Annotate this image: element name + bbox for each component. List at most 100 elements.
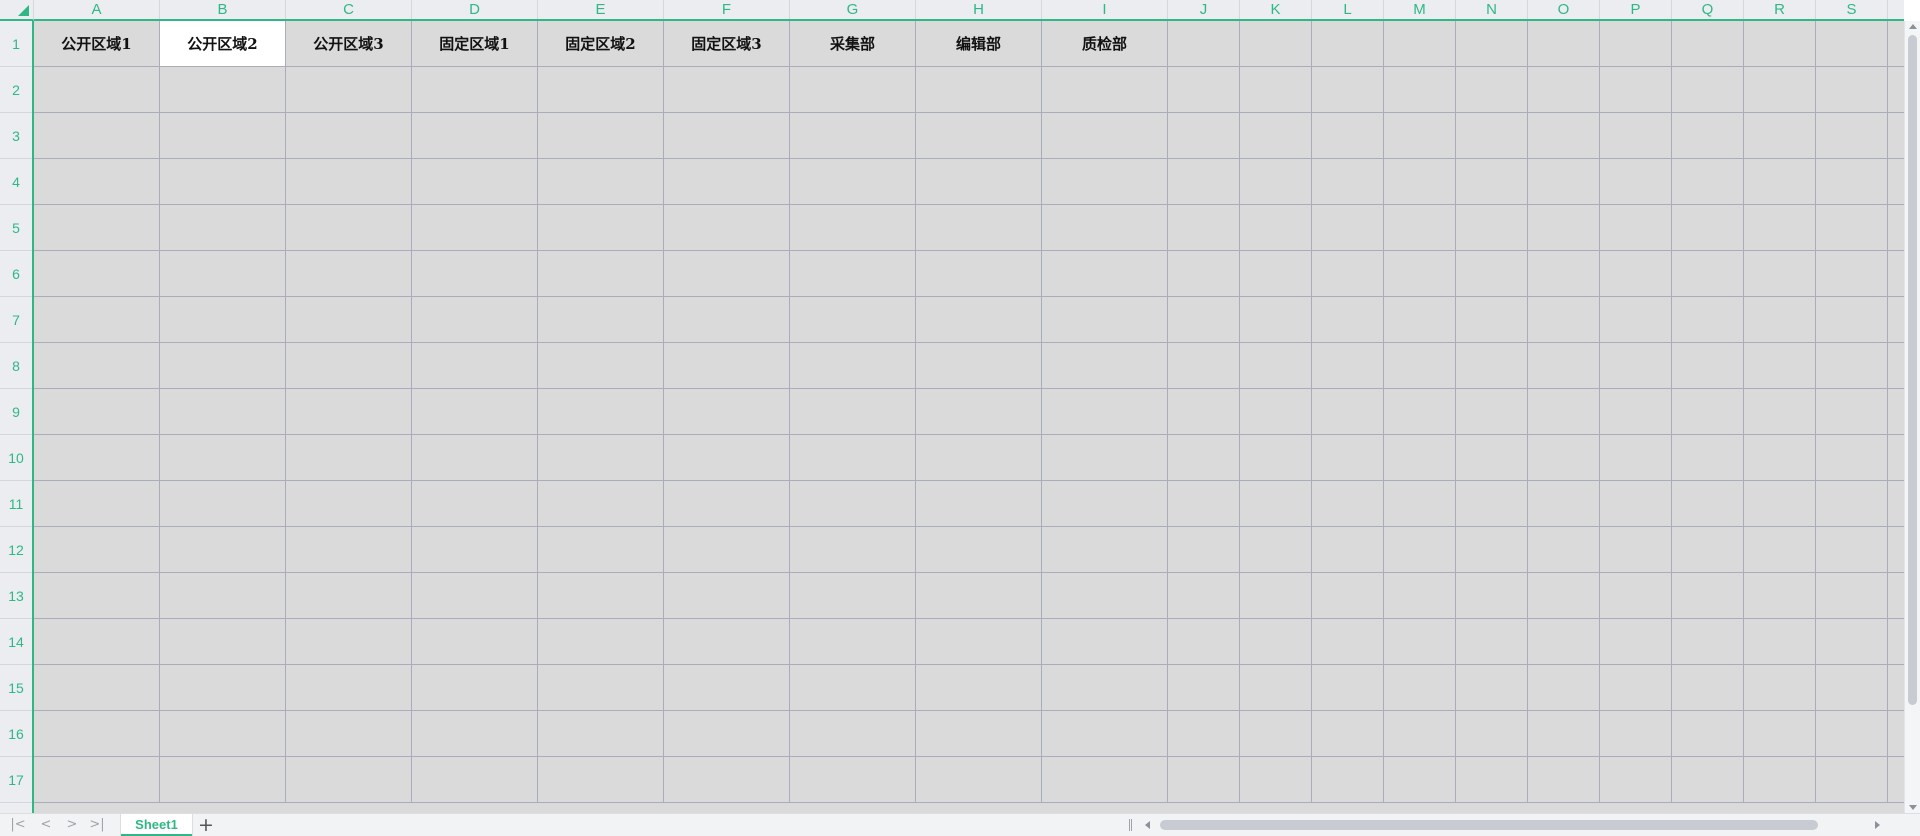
- column-header-d[interactable]: D: [412, 0, 538, 19]
- cell-l13[interactable]: [1312, 573, 1384, 619]
- cell-i6[interactable]: [1042, 251, 1168, 297]
- cell-n7[interactable]: [1456, 297, 1528, 343]
- row-header-16[interactable]: 16: [0, 711, 32, 757]
- scroll-left-arrow-icon[interactable]: [1145, 821, 1150, 829]
- cell-l8[interactable]: [1312, 343, 1384, 389]
- cell-f8[interactable]: [664, 343, 790, 389]
- cell-q14[interactable]: [1672, 619, 1744, 665]
- column-header-c[interactable]: C: [286, 0, 412, 19]
- cell-h8[interactable]: [916, 343, 1042, 389]
- cell-f9[interactable]: [664, 389, 790, 435]
- cell-j12[interactable]: [1168, 527, 1240, 573]
- cell-i1[interactable]: 质检部: [1042, 21, 1168, 67]
- cell-g12[interactable]: [790, 527, 916, 573]
- cell-j15[interactable]: [1168, 665, 1240, 711]
- cell-p4[interactable]: [1600, 159, 1672, 205]
- cell-g11[interactable]: [790, 481, 916, 527]
- cell-h16[interactable]: [916, 711, 1042, 757]
- cell-p14[interactable]: [1600, 619, 1672, 665]
- cell-f13[interactable]: [664, 573, 790, 619]
- row-header-5[interactable]: 5: [0, 205, 32, 251]
- cell-d12[interactable]: [412, 527, 538, 573]
- cell-g7[interactable]: [790, 297, 916, 343]
- cell-s10[interactable]: [1816, 435, 1888, 481]
- cell-t4[interactable]: [1888, 159, 1904, 205]
- vertical-scroll-thumb[interactable]: [1908, 35, 1917, 705]
- cell-e3[interactable]: [538, 113, 664, 159]
- cell-n6[interactable]: [1456, 251, 1528, 297]
- cell-n10[interactable]: [1456, 435, 1528, 481]
- cell-j4[interactable]: [1168, 159, 1240, 205]
- cell-c17[interactable]: [286, 757, 412, 803]
- cell-q5[interactable]: [1672, 205, 1744, 251]
- cell-e14[interactable]: [538, 619, 664, 665]
- cell-q3[interactable]: [1672, 113, 1744, 159]
- cell-t6[interactable]: [1888, 251, 1904, 297]
- cell-d14[interactable]: [412, 619, 538, 665]
- cell-m5[interactable]: [1384, 205, 1456, 251]
- row-header-1[interactable]: 1: [0, 21, 32, 67]
- cell-q11[interactable]: [1672, 481, 1744, 527]
- cell-k1[interactable]: [1240, 21, 1312, 67]
- cell-r9[interactable]: [1744, 389, 1816, 435]
- cell-b8[interactable]: [160, 343, 286, 389]
- column-header-f[interactable]: F: [664, 0, 790, 19]
- cell-s5[interactable]: [1816, 205, 1888, 251]
- cell-i12[interactable]: [1042, 527, 1168, 573]
- cell-i2[interactable]: [1042, 67, 1168, 113]
- row-header-15[interactable]: 15: [0, 665, 32, 711]
- cell-m9[interactable]: [1384, 389, 1456, 435]
- cell-p15[interactable]: [1600, 665, 1672, 711]
- cell-m7[interactable]: [1384, 297, 1456, 343]
- cell-t5[interactable]: [1888, 205, 1904, 251]
- cell-t12[interactable]: [1888, 527, 1904, 573]
- cell-a7[interactable]: [34, 297, 160, 343]
- cell-j10[interactable]: [1168, 435, 1240, 481]
- cell-c2[interactable]: [286, 67, 412, 113]
- cell-f12[interactable]: [664, 527, 790, 573]
- cell-l2[interactable]: [1312, 67, 1384, 113]
- plus-icon[interactable]: +: [196, 815, 216, 835]
- cell-n9[interactable]: [1456, 389, 1528, 435]
- column-header-l[interactable]: L: [1312, 0, 1384, 19]
- cell-k17[interactable]: [1240, 757, 1312, 803]
- cell-r8[interactable]: [1744, 343, 1816, 389]
- cell-o17[interactable]: [1528, 757, 1600, 803]
- cell-f5[interactable]: [664, 205, 790, 251]
- cell-o14[interactable]: [1528, 619, 1600, 665]
- cell-i4[interactable]: [1042, 159, 1168, 205]
- cell-t14[interactable]: [1888, 619, 1904, 665]
- cell-t15[interactable]: [1888, 665, 1904, 711]
- cell-o13[interactable]: [1528, 573, 1600, 619]
- cell-e8[interactable]: [538, 343, 664, 389]
- cell-f11[interactable]: [664, 481, 790, 527]
- horizontal-scroll-thumb[interactable]: [1160, 820, 1818, 830]
- cell-f15[interactable]: [664, 665, 790, 711]
- cell-c11[interactable]: [286, 481, 412, 527]
- cell-h1[interactable]: 编辑部: [916, 21, 1042, 67]
- row-header-13[interactable]: 13: [0, 573, 32, 619]
- cell-n12[interactable]: [1456, 527, 1528, 573]
- cell-s2[interactable]: [1816, 67, 1888, 113]
- cell-g6[interactable]: [790, 251, 916, 297]
- cell-p12[interactable]: [1600, 527, 1672, 573]
- next-sheet-icon[interactable]: >: [62, 816, 82, 834]
- cell-t10[interactable]: [1888, 435, 1904, 481]
- cell-a16[interactable]: [34, 711, 160, 757]
- cell-k16[interactable]: [1240, 711, 1312, 757]
- cell-m15[interactable]: [1384, 665, 1456, 711]
- cell-a6[interactable]: [34, 251, 160, 297]
- cell-b2[interactable]: [160, 67, 286, 113]
- cell-g2[interactable]: [790, 67, 916, 113]
- cell-h9[interactable]: [916, 389, 1042, 435]
- cell-o2[interactable]: [1528, 67, 1600, 113]
- cell-d16[interactable]: [412, 711, 538, 757]
- cell-n5[interactable]: [1456, 205, 1528, 251]
- cell-a11[interactable]: [34, 481, 160, 527]
- cell-s15[interactable]: [1816, 665, 1888, 711]
- cell-p16[interactable]: [1600, 711, 1672, 757]
- cell-o3[interactable]: [1528, 113, 1600, 159]
- cell-n14[interactable]: [1456, 619, 1528, 665]
- cell-a3[interactable]: [34, 113, 160, 159]
- cell-i10[interactable]: [1042, 435, 1168, 481]
